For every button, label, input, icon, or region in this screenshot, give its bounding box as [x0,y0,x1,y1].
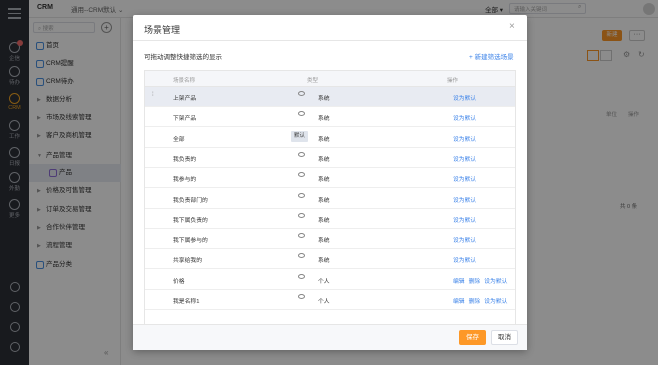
table-row[interactable]: 我负责部门的 系统 设为默认 [145,189,515,209]
row-actions: 编辑 删除 设为默认 [453,296,511,305]
row-action-link[interactable]: 设为默认 [453,177,476,183]
scene-type: 系统 [318,258,330,265]
row-actions: 设为默认 [453,195,480,204]
eye-icon[interactable] [298,294,305,299]
table-row[interactable]: 我参与的 系统 设为默认 [145,168,515,189]
row-actions: 设为默认 [453,255,480,264]
row-actions: 设为默认 [453,174,480,183]
col-name: 场景名称 [173,78,196,84]
default-badge: 默认 [291,130,309,142]
save-button[interactable]: 保存 [459,330,486,345]
eye-icon[interactable] [298,91,305,96]
row-actions: 设为默认 [453,215,480,224]
scene-table: 场景名称 类型 操作 ⁞ 上架产品 系统 设为默认 下架产品 系统 设为默认 全部 默认 系统 设为… [144,70,516,330]
table-row[interactable]: 全部 默认系统 设为默认 [145,128,515,148]
dialog-footer: 保存 取消 [133,324,527,350]
row-action-link[interactable]: 设为默认 [453,238,476,244]
close-icon[interactable]: × [509,21,515,32]
eye-icon[interactable] [298,212,305,218]
table-row[interactable]: ⁞ 上架产品 系统 设为默认 [145,87,515,107]
eye-icon[interactable] [298,273,305,279]
row-action-link[interactable]: 设为默认 [453,157,476,163]
eye-icon[interactable] [298,192,305,198]
table-row[interactable]: 价格 个人 编辑 删除 设为默认 [145,270,515,290]
table-row[interactable]: 下架产品 系统 设为默认 [145,107,515,128]
scene-type: 系统 [318,116,330,123]
row-action-link[interactable]: 设为默认 [484,279,507,285]
scene-manager-dialog: 场景管理 × 可拖动调整快捷筛选的显示 + 新建筛选场景 场景名称 类型 操作 … [133,15,527,350]
scene-type: 系统 [318,96,330,102]
scene-name: 价格 [173,278,185,285]
table-row[interactable]: 共享给我的 系统 设为默认 [145,249,515,270]
row-actions: 设为默认 [453,134,480,143]
row-action-link[interactable]: 设为默认 [484,299,507,305]
row-actions: 设为默认 [453,154,480,163]
scene-type: 个人 [318,299,330,305]
cancel-button[interactable]: 取消 [491,330,518,345]
row-action-link[interactable]: 编辑 [453,279,465,285]
table-row[interactable]: 我下属负责的 系统 设为默认 [145,209,515,229]
scene-name: 我是名称1 [173,299,200,305]
row-action-link[interactable]: 删除 [469,299,481,305]
drag-handle-icon[interactable]: ⁞ [152,92,154,98]
scene-type: 系统 [318,177,330,184]
row-action-link[interactable]: 设为默认 [453,137,476,143]
row-action-link[interactable]: 设为默认 [453,96,476,102]
scene-name: 我下属负责的 [173,217,208,224]
scene-name: 上架产品 [173,96,197,102]
scene-type: 个人 [318,278,330,285]
scene-type: 系统 [318,156,330,163]
row-action-link[interactable]: 删除 [469,279,481,285]
scene-type: 系统 [318,197,330,204]
row-action-link[interactable]: 设为默认 [453,258,476,264]
col-ops: 操作 [447,78,459,84]
eye-icon[interactable] [298,111,305,117]
eye-icon[interactable] [298,151,305,157]
scene-name: 我下属参与的 [173,238,208,245]
scene-name: 共享给我的 [173,258,202,265]
scene-type: 系统 [318,217,330,224]
row-actions: 设为默认 [453,93,480,102]
eye-icon[interactable] [298,253,305,259]
divider [133,40,527,41]
row-actions: 设为默认 [453,235,480,244]
scene-name: 我负责的 [173,156,197,163]
scene-type: 系统 [318,136,330,143]
eye-icon[interactable] [298,172,305,178]
scene-name: 全部 [173,136,185,143]
eye-icon[interactable] [298,233,305,239]
row-actions: 设为默认 [453,113,480,122]
col-type: 类型 [307,78,319,84]
table-row[interactable]: 我下属参与的 系统 设为默认 [145,229,515,250]
drag-hint: 可拖动调整快捷筛选的显示 [144,54,222,61]
row-action-link[interactable]: 设为默认 [453,116,476,122]
new-scene-link[interactable]: + 新建筛选场景 [469,51,514,61]
scene-name: 我负责部门的 [173,197,208,204]
row-actions: 编辑 删除 设为默认 [453,276,511,285]
scene-name: 我参与的 [173,177,197,184]
table-header: 场景名称 类型 操作 [145,71,515,87]
table-row[interactable]: 我负责的 系统 设为默认 [145,148,515,168]
row-action-link[interactable]: 设为默认 [453,218,476,224]
row-action-link[interactable]: 设为默认 [453,198,476,204]
scene-name: 下架产品 [173,116,197,123]
table-row[interactable]: 我是名称1 个人 编辑 删除 设为默认 [145,290,515,310]
scene-type: 系统 [318,238,330,245]
dialog-title: 场景管理 [144,25,181,35]
row-action-link[interactable]: 编辑 [453,299,465,305]
